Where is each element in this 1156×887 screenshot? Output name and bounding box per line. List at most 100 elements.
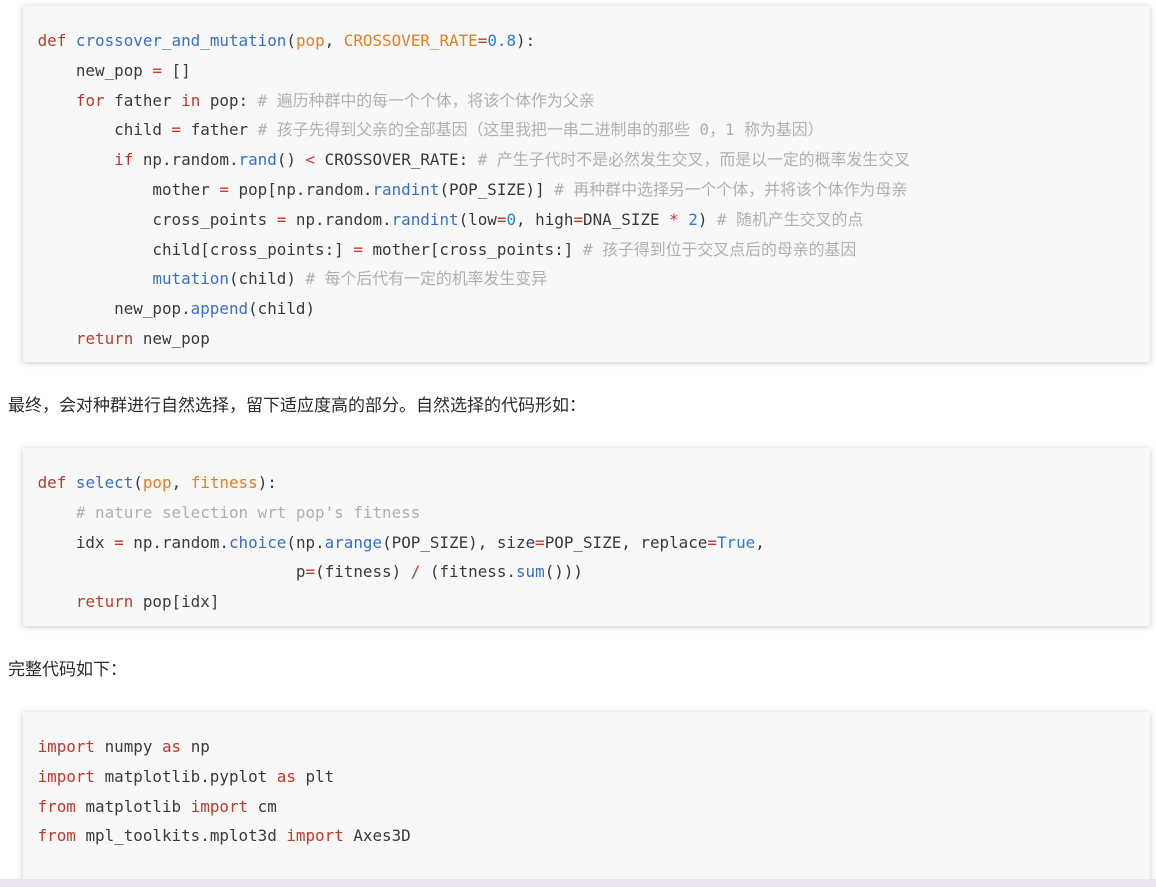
code-token: CROSSOVER_RATE: [315,150,478,170]
code-token: child [37,120,172,140]
code-token: = [353,239,363,259]
code-token: = [152,60,162,80]
code-line: mother = pop[np.random.randint(POP_SIZE)… [23,175,1150,205]
code-line: p=(fitness) / (fitness.sum())) [23,557,1150,587]
code-token: (fitness) [315,562,411,582]
code-line: import matplotlib.pyplot as plt [23,762,1150,792]
code-token: mother[cross_points:] [362,239,583,259]
code-token: # 随机产生交叉的点 [717,209,864,229]
code-token: CROSSOVER_RATE [343,31,478,50]
code-token: np.random. [133,150,239,170]
code-token: cm [248,796,277,816]
code-token: Axes3D [343,826,411,846]
code-token: 0 [506,209,517,229]
code-token: append [190,299,249,319]
selection-intro-text: 最终，会对种群进行自然选择，留下适应度高的部分。自然选择的代码形如： [8,396,586,416]
code-block-crossover-mutation: def crossover_and_mutation(pop, CROSSOVE… [23,6,1150,362]
code-token: mother [37,179,220,199]
code-token: matplotlib [75,796,191,816]
code-token: new_pop [37,60,153,80]
code-token: child[cross_points:] [37,239,354,259]
code-token: # 孩子先得到父亲的全部基因（这里我把一串二进制串的那些 0，1 称为基因） [257,120,824,140]
bottom-edge-bar [0,879,1156,887]
code-token: randint [372,179,440,199]
code-line: from matplotlib import cm [23,792,1150,822]
code-token: () [276,150,306,170]
code-token: def [37,31,67,50]
code-token: # 产生子代时不是必然发生交叉，而是以一定的概率发生交叉 [477,150,911,170]
code-token: = [171,120,182,140]
code-token: = [219,179,229,199]
code-line: # nature selection wrt pop's fitness [23,498,1150,528]
code-token: mpl_toolkits.mplot3d [75,826,287,846]
code-token: ): [516,31,536,50]
code-token: True [716,532,756,552]
code-block-imports: import numpy as np import matplotlib.pypl… [23,712,1150,887]
code-token: idx [37,532,115,552]
code-token: = [305,562,316,582]
code-line: mutation(child) # 每个后代有一定的机率发生变异 [23,264,1150,294]
code-token: new_pop [133,328,210,348]
code-token: , [755,532,765,552]
code-line: child = father # 孩子先得到父亲的全部基因（这里我把一串二进制串… [23,115,1150,145]
code-token: , high [516,209,574,229]
code-token: if [114,150,134,170]
code-token: father [104,90,182,110]
code-token: plt [295,766,335,786]
code-token: cross_points [37,209,277,229]
full-code-intro-text: 完整代码如下： [8,660,127,680]
code-token: # 孩子得到位于交叉点后的母亲的基因 [582,239,857,259]
code-token: , [171,473,191,492]
code-line: cross_points = np.random.randint(low = 0, … [23,205,1150,235]
code-token: new_pop. [37,299,191,319]
code-token: ): [257,473,277,492]
code-token: pop[np.random. [228,179,373,199]
code-token: DNA_SIZE [583,209,670,229]
code-token: in [181,90,201,110]
code-line: def crossover_and_mutation(pop, CROSSOVE… [23,26,1150,56]
code-token: = [114,532,124,552]
code-token: < [305,150,316,170]
code-token: (low [458,209,497,229]
code-token: choice [228,532,287,552]
code-token: rand [238,150,277,170]
code-token: numpy [95,737,162,756]
code-token: pop [142,473,172,492]
code-token: = [573,209,584,229]
code-token: = [707,532,717,552]
code-token: pop[idx] [133,592,220,612]
code-token: crossover_and_mutation [75,31,287,50]
code-line: return pop[idx] [23,587,1150,617]
code-token: import [190,796,249,816]
code-token: ) [697,209,717,229]
code-line: from mpl_toolkits.mplot3d import Axes3D [23,821,1150,851]
code-line: return new_pop [23,324,1150,354]
code-token: (POP_SIZE), size [382,532,536,552]
code-token: from [37,796,76,816]
code-token: father [181,120,258,140]
code-token: mutation [152,269,229,289]
code-token: return [75,592,134,612]
code-token: # 每个后代有一定的机率发生变异 [305,269,548,289]
code-token: = [477,31,488,50]
code-token: [] [161,60,191,80]
code-token: # 遍历种群中的每一个个体，将该个体作为父亲 [257,90,595,110]
code-token: arange [324,532,383,552]
code-token: 0.8 [487,31,517,50]
code-token: POP_SIZE, replace [544,532,708,552]
code-token: , [324,31,344,50]
code-token: (child) [228,269,306,289]
code-token: (child) [248,299,316,319]
code-token: select [75,473,134,492]
code-line: if np.random.rand() < CROSSOVER_RATE: # … [23,145,1150,175]
code-line: new_pop.append(child) [23,294,1150,324]
code-token: # nature selection wrt pop's fitness [75,502,421,522]
code-token: np.random. [123,532,229,552]
code-token: as [276,766,296,786]
